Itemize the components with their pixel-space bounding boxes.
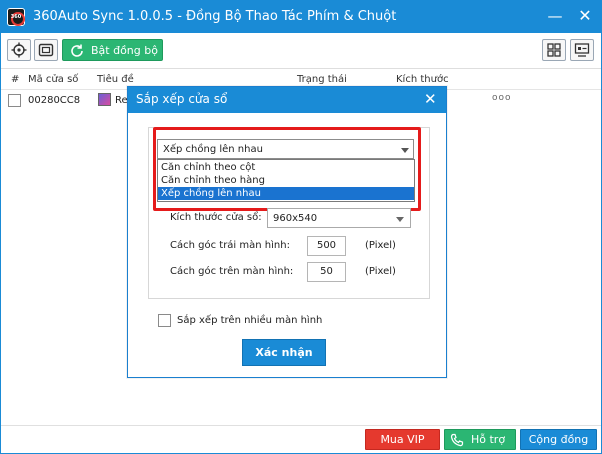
toolbar: Bật đồng bộ — [1, 33, 601, 69]
column-size: Kích thước — [396, 74, 449, 85]
close-button[interactable]: ✕ — [571, 1, 599, 33]
multi-screen-label: Sắp xếp trên nhiều màn hình — [177, 315, 323, 326]
top-offset-unit: (Pixel) — [365, 266, 396, 277]
sync-toggle-label: Bật đồng bộ — [91, 44, 158, 57]
refresh-icon — [71, 44, 83, 57]
window-size-label: Kích thước cửa sổ: — [170, 212, 262, 223]
app-title: 360Auto Sync 1.0.0.5 - Đồng Bộ Thao Tác … — [33, 9, 397, 24]
left-offset-label: Cách góc trái màn hình: — [170, 240, 290, 251]
highlight-frame — [153, 127, 421, 211]
dialog-title-bar: Sắp xếp cửa sổ ✕ — [128, 87, 446, 113]
top-offset-label: Cách góc trên màn hình: — [170, 266, 294, 277]
column-status: Trạng thái — [297, 74, 347, 85]
title-bar: 360 360Auto Sync 1.0.0.5 - Đồng Bộ Thao … — [1, 1, 601, 33]
sync-toggle-button[interactable]: Bật đồng bộ — [62, 39, 163, 61]
dialog-title: Sắp xếp cửa sổ — [136, 92, 228, 106]
row-checkbox[interactable] — [8, 94, 21, 107]
support-button[interactable]: Hỗ trợ — [444, 429, 516, 450]
support-label: Hỗ trợ — [471, 433, 506, 446]
confirm-button[interactable]: Xác nhận — [242, 339, 326, 366]
arrange-windows-dialog: Sắp xếp cửa sổ ✕ Xếp chồng lên nhau Căn … — [127, 86, 447, 378]
target-icon[interactable] — [7, 39, 31, 61]
app-thumbnail-icon — [98, 93, 111, 106]
minimize-button[interactable]: — — [541, 1, 569, 33]
buy-vip-button[interactable]: Mua VIP — [365, 429, 440, 450]
community-button[interactable]: Cộng đồng — [520, 429, 597, 450]
app-logo-text: 360 — [10, 14, 22, 20]
more-options-icon[interactable]: ooo — [492, 93, 512, 103]
bottom-bar: Mua VIP Hỗ trợ Cộng đồng — [1, 425, 601, 453]
monitor-settings-icon[interactable] — [570, 39, 594, 61]
window-picker-icon[interactable] — [34, 39, 58, 61]
column-title: Tiêu đề — [97, 74, 134, 85]
window-size-value: 960x540 — [273, 213, 318, 224]
column-window-id: Mã cửa số — [28, 74, 79, 85]
multi-screen-checkbox[interactable] — [158, 314, 171, 327]
left-offset-unit: (Pixel) — [365, 240, 396, 251]
row-window-id: 00280CC8 — [28, 95, 81, 106]
column-index: # — [11, 74, 20, 85]
chevron-down-icon — [396, 217, 404, 222]
grid-layout-icon[interactable] — [542, 39, 566, 61]
phone-icon — [450, 433, 464, 447]
app-logo-icon: 360 — [7, 8, 25, 26]
row-title: Re — [115, 95, 128, 106]
dialog-close-icon[interactable]: ✕ — [424, 90, 437, 108]
top-offset-input[interactable]: 50 — [307, 262, 346, 282]
left-offset-input[interactable]: 500 — [307, 236, 346, 256]
window-size-select[interactable]: 960x540 — [267, 208, 411, 228]
